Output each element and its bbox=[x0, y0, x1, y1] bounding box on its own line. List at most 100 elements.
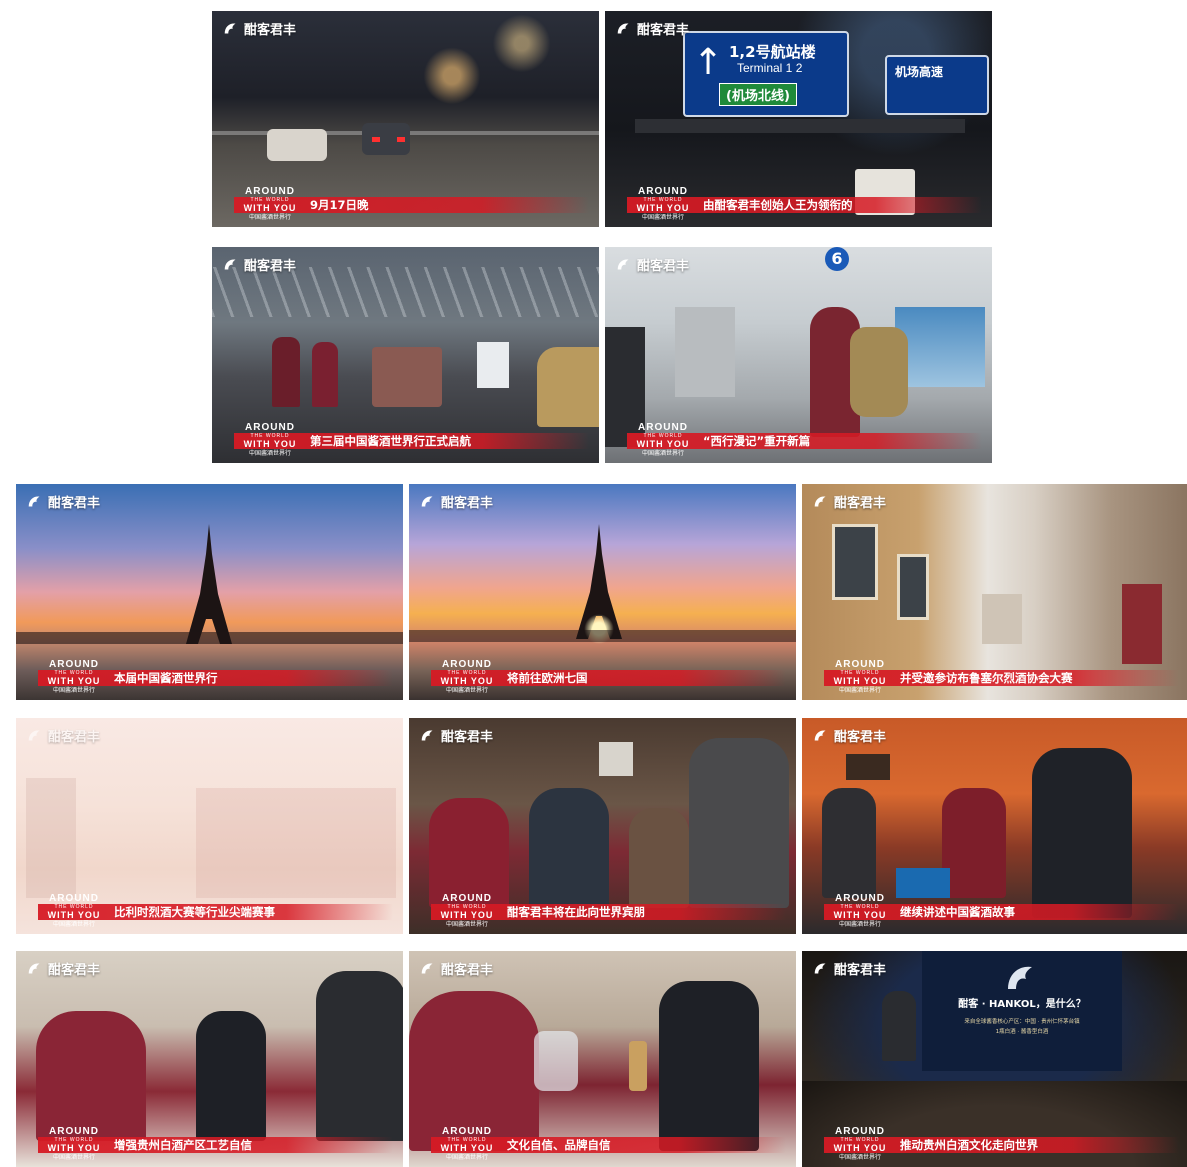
brand-logo: 酣客君丰 bbox=[812, 492, 886, 511]
faded-buildings bbox=[196, 788, 396, 898]
brand-logo: 酣客君丰 bbox=[419, 726, 493, 745]
brand-logo: 酣客君丰 bbox=[615, 255, 689, 274]
bird-logo-icon bbox=[224, 22, 236, 33]
gate-number-badge: 6 bbox=[825, 247, 849, 271]
bird-logo-icon bbox=[617, 22, 629, 33]
person bbox=[659, 981, 759, 1151]
shop-front bbox=[675, 307, 735, 397]
eiffel-tower bbox=[186, 524, 232, 644]
around-the-world-badge: AROUND THE WORLD WITH YOU 中国酱酒世界行 bbox=[440, 1126, 494, 1161]
video-frame-8[interactable]: 酣客君丰 AROUND THE WORLD WITH YOU 中国酱酒世界行 比利时烈… bbox=[16, 718, 403, 934]
shop-awning bbox=[1122, 584, 1162, 664]
brand-logo: 酣客君丰 bbox=[222, 19, 296, 38]
speaker bbox=[882, 991, 916, 1061]
sign-text-sub: (机场北线) bbox=[719, 83, 797, 106]
subtitle: 9月17日晚 bbox=[310, 198, 369, 212]
person bbox=[429, 798, 509, 908]
person bbox=[36, 1011, 146, 1141]
canopy-roof bbox=[212, 267, 599, 317]
terminal-sign: ↑ 1,2号航站楼 Terminal 1 2 (机场北线) bbox=[683, 31, 849, 117]
subtitle: 继续讲述中国酱酒故事 bbox=[900, 905, 1015, 919]
screen-line: 来自全球酱香核心产区：中国 · 贵州仁怀茅台镇 bbox=[964, 1019, 1080, 1025]
person bbox=[629, 808, 689, 908]
video-frame-12[interactable]: 酣客君丰 AROUND THE WORLD WITH YOU 中国酱酒世界行 文化自信… bbox=[409, 951, 796, 1167]
liquor-bottle bbox=[629, 1041, 647, 1091]
subtitle: 比利时烈酒大赛等行业尖端赛事 bbox=[114, 905, 275, 919]
sign-gantry bbox=[635, 119, 965, 133]
person bbox=[196, 1011, 266, 1141]
luggage-cart bbox=[372, 347, 442, 407]
subtitle: “西行漫记”重开新篇 bbox=[703, 434, 811, 448]
subtitle: 文化自信、品牌自信 bbox=[507, 1138, 611, 1152]
brand-logo: 酣客君丰 bbox=[26, 492, 100, 511]
bird-logo-icon bbox=[421, 729, 433, 740]
person bbox=[689, 738, 789, 908]
subtitle: 将前往欧洲七国 bbox=[507, 671, 588, 685]
backpack bbox=[850, 327, 908, 417]
person bbox=[529, 788, 609, 908]
bird-logo-icon bbox=[814, 962, 826, 973]
subtitle: 由酣客君丰创始人王为领衔的 bbox=[703, 198, 853, 212]
video-frame-1[interactable]: 酣客君丰 AROUND THE WORLD WITH YOU 中国酱酒世界行 9月17… bbox=[212, 11, 599, 227]
around-the-world-badge: AROUND THE WORLD WITH YOU 中国酱酒世界行 bbox=[833, 659, 887, 694]
around-the-world-badge: AROUND THE WORLD WITH YOU 中国酱酒世界行 bbox=[440, 893, 494, 928]
distant-buildings bbox=[982, 594, 1022, 644]
brand-logo: 酣客君丰 bbox=[26, 959, 100, 978]
bird-logo-icon bbox=[1008, 966, 1032, 989]
bird-logo-icon bbox=[224, 258, 236, 269]
horizon-trees bbox=[409, 630, 796, 642]
video-frame-10[interactable]: 酣客君丰 AROUND THE WORLD WITH YOU 中国酱酒世界行 继续讲述… bbox=[802, 718, 1187, 934]
video-frame-6[interactable]: 酣客君丰 AROUND THE WORLD WITH YOU 中国酱酒世界行 将前往欧… bbox=[409, 484, 796, 700]
sign-board bbox=[477, 342, 509, 388]
video-frame-11[interactable]: 酣客君丰 AROUND THE WORLD WITH YOU 中国酱酒世界行 增强贵州… bbox=[16, 951, 403, 1167]
brand-logo: 酣客君丰 bbox=[222, 255, 296, 274]
sign-text-en: Terminal 1 2 bbox=[737, 61, 803, 75]
subtitle: 酣客君丰将在此向世界宾朋 bbox=[507, 905, 645, 919]
bird-logo-icon bbox=[421, 962, 433, 973]
bird-logo-icon bbox=[814, 495, 826, 506]
brand-logo: 酣客君丰 bbox=[419, 959, 493, 978]
around-the-world-badge: AROUND THE WORLD WITH YOU 中国酱酒世界行 bbox=[47, 1126, 101, 1161]
brand-logo: 酣客君丰 bbox=[419, 492, 493, 511]
around-the-world-badge: AROUND THE WORLD WITH YOU 中国酱酒世界行 bbox=[47, 893, 101, 928]
video-frame-13[interactable]: 酣客 · HANKOL，是什么？ 来自全球酱香核心产区：中国 · 贵州仁怀茅台镇… bbox=[802, 951, 1187, 1167]
backpack bbox=[537, 347, 599, 427]
subtitle: 并受邀参访布鲁塞尔烈酒协会大赛 bbox=[900, 671, 1073, 685]
bird-logo-icon bbox=[28, 495, 40, 506]
around-the-world-badge: AROUND THE WORLD WITH YOU 中国酱酒世界行 bbox=[47, 659, 101, 694]
around-the-world-badge: AROUND THE WORLD WITH YOU 中国酱酒世界行 bbox=[833, 893, 887, 928]
screen-title: 酣客 · HANKOL，是什么？ bbox=[958, 999, 1086, 1010]
around-the-world-badge: AROUND THE WORLD WITH YOU 中国酱酒世界行 bbox=[636, 186, 690, 221]
tail-light bbox=[397, 137, 405, 142]
window bbox=[832, 524, 878, 600]
person bbox=[1032, 748, 1132, 918]
car-white bbox=[267, 129, 327, 161]
video-frame-9[interactable]: 酣客君丰 AROUND THE WORLD WITH YOU 中国酱酒世界行 酣客君丰… bbox=[409, 718, 796, 934]
tail-light bbox=[372, 137, 380, 142]
brand-logo: 酣客君丰 bbox=[615, 19, 689, 38]
video-frame-2[interactable]: ↑ 1,2号航站楼 Terminal 1 2 (机场北线) 机场高速 酣客君丰 … bbox=[605, 11, 992, 227]
bird-logo-icon bbox=[28, 729, 40, 740]
brand-logo: 酣客君丰 bbox=[26, 726, 100, 745]
subtitle: 增强贵州白酒产区工艺自信 bbox=[114, 1138, 252, 1152]
person bbox=[942, 788, 1006, 898]
video-frame-5[interactable]: 酣客君丰 AROUND THE WORLD WITH YOU 中国酱酒世界行 本届中国… bbox=[16, 484, 403, 700]
bird-logo-icon bbox=[28, 962, 40, 973]
horizon-trees bbox=[16, 632, 403, 644]
around-the-world-badge: AROUND THE WORLD WITH YOU 中国酱酒世界行 bbox=[833, 1126, 887, 1161]
wall-frame bbox=[599, 742, 633, 776]
person bbox=[316, 971, 403, 1141]
around-the-world-badge: AROUND THE WORLD WITH YOU 中国酱酒世界行 bbox=[243, 422, 297, 457]
video-frame-7[interactable]: 酣客君丰 AROUND THE WORLD WITH YOU 中国酱酒世界行 并受邀参… bbox=[802, 484, 1187, 700]
up-arrow-icon: ↑ bbox=[693, 42, 724, 83]
person bbox=[822, 788, 876, 898]
projection-screen: 酣客 · HANKOL，是什么？ 来自全球酱香核心产区：中国 · 贵州仁怀茅台镇… bbox=[922, 951, 1122, 1071]
bird-logo-icon bbox=[421, 495, 433, 506]
bird-logo-icon bbox=[814, 729, 826, 740]
window bbox=[897, 554, 929, 620]
display-box bbox=[896, 868, 950, 898]
bird-logo-icon bbox=[617, 258, 629, 269]
video-frame-3[interactable]: 酣客君丰 AROUND THE WORLD WITH YOU 中国酱酒世界行 第三届中… bbox=[212, 247, 599, 463]
around-the-world-badge: AROUND THE WORLD WITH YOU 中国酱酒世界行 bbox=[243, 186, 297, 221]
video-frame-4[interactable]: 6 酣客君丰 AROUND THE WORLD WITH YOU 中国酱酒世界行 “西… bbox=[605, 247, 992, 463]
